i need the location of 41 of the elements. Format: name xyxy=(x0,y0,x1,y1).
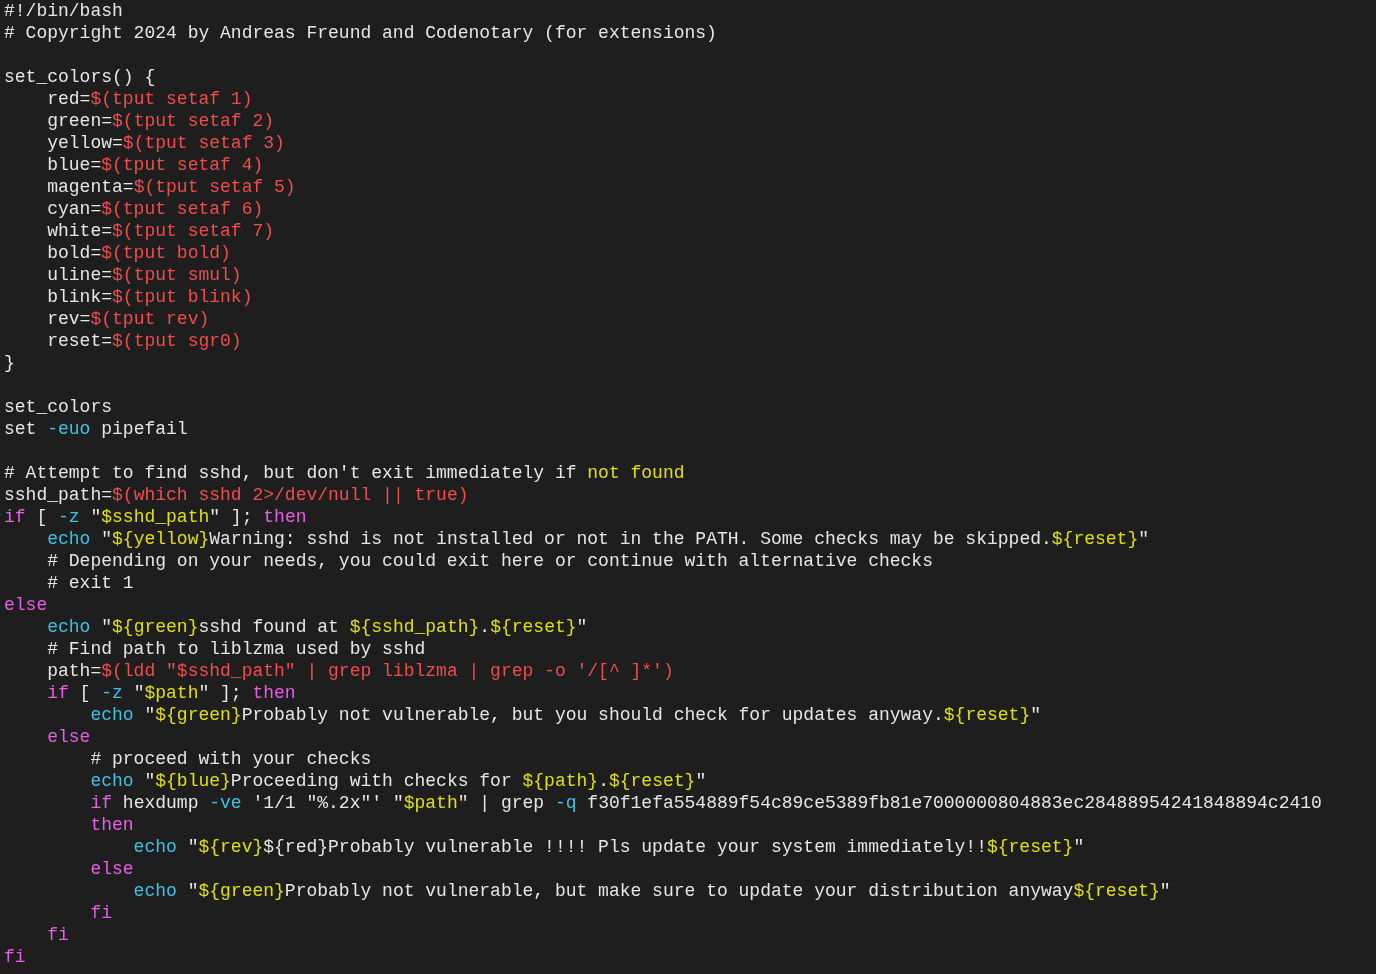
code-line: set -euo pipefail xyxy=(4,418,188,440)
code-line: fi xyxy=(46,924,69,946)
code-line: sshd_path=$(which sshd 2>/dev/null || true) xyxy=(4,484,469,506)
code-line: else xyxy=(4,594,48,616)
code-line: set_colors() { xyxy=(4,66,156,88)
code-line: # proceed with your checks xyxy=(89,748,372,770)
code-line: fi xyxy=(4,946,26,968)
code-line: uline=$(tput smul) xyxy=(46,264,242,286)
code-line: bold=$(tput bold) xyxy=(46,242,231,264)
code-line: reset=$(tput sgr0) xyxy=(46,330,242,352)
code-line: fi xyxy=(89,902,113,924)
code-line: rev=$(tput rev) xyxy=(46,308,210,330)
code-line: blink=$(tput blink) xyxy=(46,286,253,308)
code-line: # Find path to liblzma used by sshd xyxy=(46,638,426,660)
code-line: # exit 1 xyxy=(46,572,134,594)
code-line: # Copyright 2024 by Andreas Freund and Codenotary (for extensions) xyxy=(4,22,717,44)
code-line: echo "${blue}Proceeding with checks for ${path}.${reset}" xyxy=(89,770,707,792)
code-line: else xyxy=(89,858,134,880)
code-line: cyan=$(tput setaf 6) xyxy=(46,198,264,220)
code-line: white=$(tput setaf 7) xyxy=(46,220,275,242)
code-line: else xyxy=(46,726,91,748)
code-line: blue=$(tput setaf 4) xyxy=(46,154,264,176)
code-line: } xyxy=(4,352,15,374)
code-line: #!/bin/bash xyxy=(4,0,123,22)
code-line: red=$(tput setaf 1) xyxy=(46,88,253,110)
code-line: green=$(tput setaf 2) xyxy=(46,110,275,132)
code-line: path=$(ldd "$sshd_path" | grep liblzma | grep -o '/[^ ]*') xyxy=(46,660,674,682)
code-line: yellow=$(tput setaf 3) xyxy=(46,132,285,154)
code-line: echo "${green}Probably not vulnerable, but make sure to update your distribution anyway${reset}" xyxy=(132,880,1171,902)
code-line: if [ -z "$sshd_path" ]; then xyxy=(4,506,307,528)
code-line: then xyxy=(89,814,134,836)
code-line: echo "${green}Probably not vulnerable, but you should check for updates anyway.${reset}" xyxy=(89,704,1041,726)
code-line: if hexdump -ve '1/1 "%.2x"' "$path" | grep -q f30f1efa554889f54c89ce5389fb81e7000000804883ec28488954241848894c2410 xyxy=(89,792,1322,814)
code-line: set_colors xyxy=(4,396,113,418)
code-line: magenta=$(tput setaf 5) xyxy=(46,176,296,198)
code-line: # Attempt to find sshd, but don't exit immediately if not found xyxy=(4,462,685,484)
code-line: echo "${yellow}Warning: sshd is not installed or not in the PATH. Some checks may be skipped.${reset}" xyxy=(46,528,1150,550)
code-line: # Depending on your needs, you could exit here or continue with alternative checks xyxy=(46,550,933,572)
code-line: echo "${rev}${red}Probably vulnerable !!!! Pls update your system immediately!!${reset}" xyxy=(132,836,1085,858)
code-line: echo "${green}sshd found at ${sshd_path}.${reset}" xyxy=(46,616,588,638)
code-line: if [ -z "$path" ]; then xyxy=(46,682,296,704)
